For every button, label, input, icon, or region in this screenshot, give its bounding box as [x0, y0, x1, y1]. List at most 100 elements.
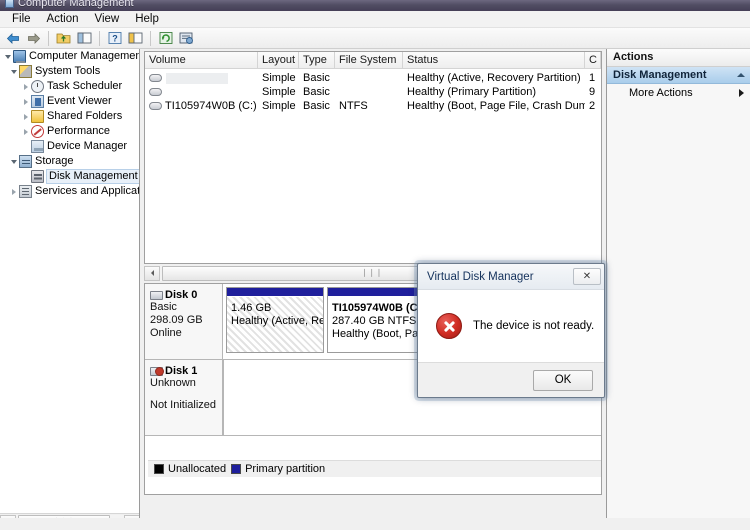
forward-icon[interactable] — [24, 29, 43, 47]
table-row[interactable]: Simple Basic Healthy (Primary Partition)… — [145, 85, 601, 99]
disk-status-0: Online — [150, 327, 182, 339]
sidebar-label-task-scheduler: Task Scheduler — [47, 80, 123, 92]
sidebar-item-event-viewer[interactable]: Event Viewer — [0, 94, 139, 109]
volume-scroll-grip: ❘❘❘ — [361, 268, 383, 277]
menu-view[interactable]: View — [87, 12, 128, 26]
actions-pane-header: Actions — [607, 49, 750, 67]
tree-root-computer-management[interactable]: Computer Management (Local — [0, 49, 140, 64]
volume-cell-filesystem: NTFS — [339, 100, 368, 112]
volume-cell-type: Basic — [303, 86, 330, 98]
toolbar: ? — [0, 28, 750, 49]
disk-icon — [150, 290, 163, 300]
close-icon[interactable]: ✕ — [573, 268, 601, 285]
properties-icon[interactable] — [126, 29, 145, 47]
sidebar-label-services-and-applications: Services and Applications — [35, 185, 140, 197]
volume-cell-name: TI105974W0B (C:) — [145, 99, 258, 113]
sidebar-label-storage: Storage — [35, 155, 74, 167]
sidebar-item-disk-management[interactable]: Disk Management — [0, 169, 139, 184]
tree-twisty-system-tools[interactable] — [8, 66, 19, 77]
table-row[interactable]: TI105974W0B (C:) Simple Basic NTFS Healt… — [145, 99, 601, 113]
services-icon — [19, 185, 32, 198]
virtual-disk-manager-dialog: Virtual Disk Manager ✕ The device is not… — [417, 263, 605, 398]
menu-help[interactable]: Help — [127, 12, 167, 26]
volume-cell-type: Basic — [303, 72, 330, 84]
volume-icon — [149, 88, 162, 96]
disk-name-1: Disk 1 — [165, 365, 198, 377]
volume-cell-name — [145, 88, 258, 96]
refresh-icon[interactable] — [156, 29, 175, 47]
tree-twisty-storage[interactable] — [8, 156, 19, 167]
sidebar-item-performance[interactable]: Performance — [0, 124, 139, 139]
show-hide-console-tree-icon[interactable] — [75, 29, 94, 47]
menu-action[interactable]: Action — [39, 12, 87, 26]
actions-group-disk-management[interactable]: Disk Management — [607, 67, 750, 84]
tree-twisty-services[interactable] — [8, 186, 19, 197]
column-header-status[interactable]: Status — [403, 52, 585, 68]
window-titlebar: Computer Management — [0, 0, 750, 11]
ok-button[interactable]: OK — [533, 369, 593, 391]
tree-twisty-disk-management — [20, 171, 31, 182]
column-header-capacity[interactable]: C — [585, 52, 601, 68]
tree-root-label: Computer Management (Local — [29, 50, 140, 62]
toolbar-separator-1 — [48, 30, 49, 46]
column-header-type[interactable]: Type — [299, 52, 335, 68]
volume-cell-status: Healthy (Primary Partition) — [407, 86, 536, 98]
tree-twisty-device-manager — [20, 141, 31, 152]
tree-twisty-performance[interactable] — [20, 126, 31, 137]
performance-icon — [31, 125, 44, 138]
disk-info-0[interactable]: Disk 0 Basic 298.09 GB Online — [145, 284, 223, 360]
window-icon — [5, 0, 14, 8]
sidebar-item-system-tools[interactable]: System Tools — [0, 64, 139, 79]
menu-bar: File Action View Help — [0, 11, 750, 28]
partition-body-recovery: 1.46 GB Healthy (Active, Rec — [227, 297, 324, 352]
column-header-layout[interactable]: Layout — [258, 52, 299, 68]
volume-cell-layout: Simple — [262, 100, 296, 112]
dialog-titlebar: Virtual Disk Manager ✕ — [418, 264, 604, 290]
help-icon[interactable]: ? — [105, 29, 124, 47]
dialog-title: Virtual Disk Manager — [427, 270, 534, 283]
main-content: Computer Management (Local System Tools … — [0, 49, 750, 530]
rescan-disks-icon[interactable] — [177, 29, 196, 47]
tree-twisty-shared-folders[interactable] — [20, 111, 31, 122]
disk-meta-0: Basic 298.09 GB Online — [150, 301, 218, 340]
tree-twisty-root[interactable] — [2, 51, 13, 62]
volume-list: Volume Layout Type File System Status C … — [144, 51, 602, 264]
back-icon[interactable] — [3, 29, 22, 47]
shared-folder-icon — [31, 110, 44, 123]
dialog-footer: OK — [418, 363, 604, 397]
actions-pane: Actions Disk Management More Actions — [606, 49, 750, 530]
action-item-label: More Actions — [629, 86, 693, 99]
partition-recovery[interactable]: 1.46 GB Healthy (Active, Rec — [226, 287, 324, 353]
column-header-volume[interactable]: Volume — [145, 52, 258, 68]
error-icon — [436, 313, 462, 339]
computer-icon — [13, 50, 26, 63]
legend-swatch-primary-partition — [231, 464, 242, 474]
tree-twisty-task-scheduler[interactable] — [20, 81, 31, 92]
disk-meta-spacer — [150, 390, 218, 399]
clock-icon — [31, 80, 44, 93]
column-header-file-system[interactable]: File System — [335, 52, 403, 68]
volume-cell-name — [145, 72, 258, 84]
sidebar-item-storage[interactable]: Storage — [0, 154, 139, 169]
table-row[interactable]: Simple Basic Healthy (Active, Recovery P… — [145, 71, 601, 85]
partition-status-recovery: Healthy (Active, Rec — [231, 315, 324, 327]
sidebar-item-device-manager[interactable]: Device Manager — [0, 139, 139, 154]
storage-icon — [19, 155, 32, 168]
volume-cell-status: Healthy (Active, Recovery Partition) — [407, 72, 581, 84]
menu-file[interactable]: File — [4, 12, 39, 26]
volume-icon — [149, 102, 162, 110]
sidebar-label-disk-management: Disk Management — [46, 169, 139, 184]
volume-scroll-left-button[interactable] — [144, 265, 160, 281]
disk-info-1[interactable]: Disk 1 Unknown Not Initialized — [145, 360, 223, 436]
sidebar-item-services-and-applications[interactable]: Services and Applications — [0, 184, 140, 199]
disk-title-0: Disk 0 — [150, 289, 218, 301]
sidebar-item-task-scheduler[interactable]: Task Scheduler — [0, 79, 139, 94]
chevron-up-icon[interactable] — [737, 73, 745, 77]
tree-twisty-event-viewer[interactable] — [20, 96, 31, 107]
sidebar-item-shared-folders[interactable]: Shared Folders — [0, 109, 139, 124]
window-title: Computer Management — [18, 0, 134, 9]
up-folder-icon[interactable] — [54, 29, 73, 47]
action-item-more-actions[interactable]: More Actions — [607, 84, 750, 101]
volume-cell-capacity: 2 — [589, 100, 596, 112]
disk-size-0: 298.09 GB — [150, 314, 203, 326]
